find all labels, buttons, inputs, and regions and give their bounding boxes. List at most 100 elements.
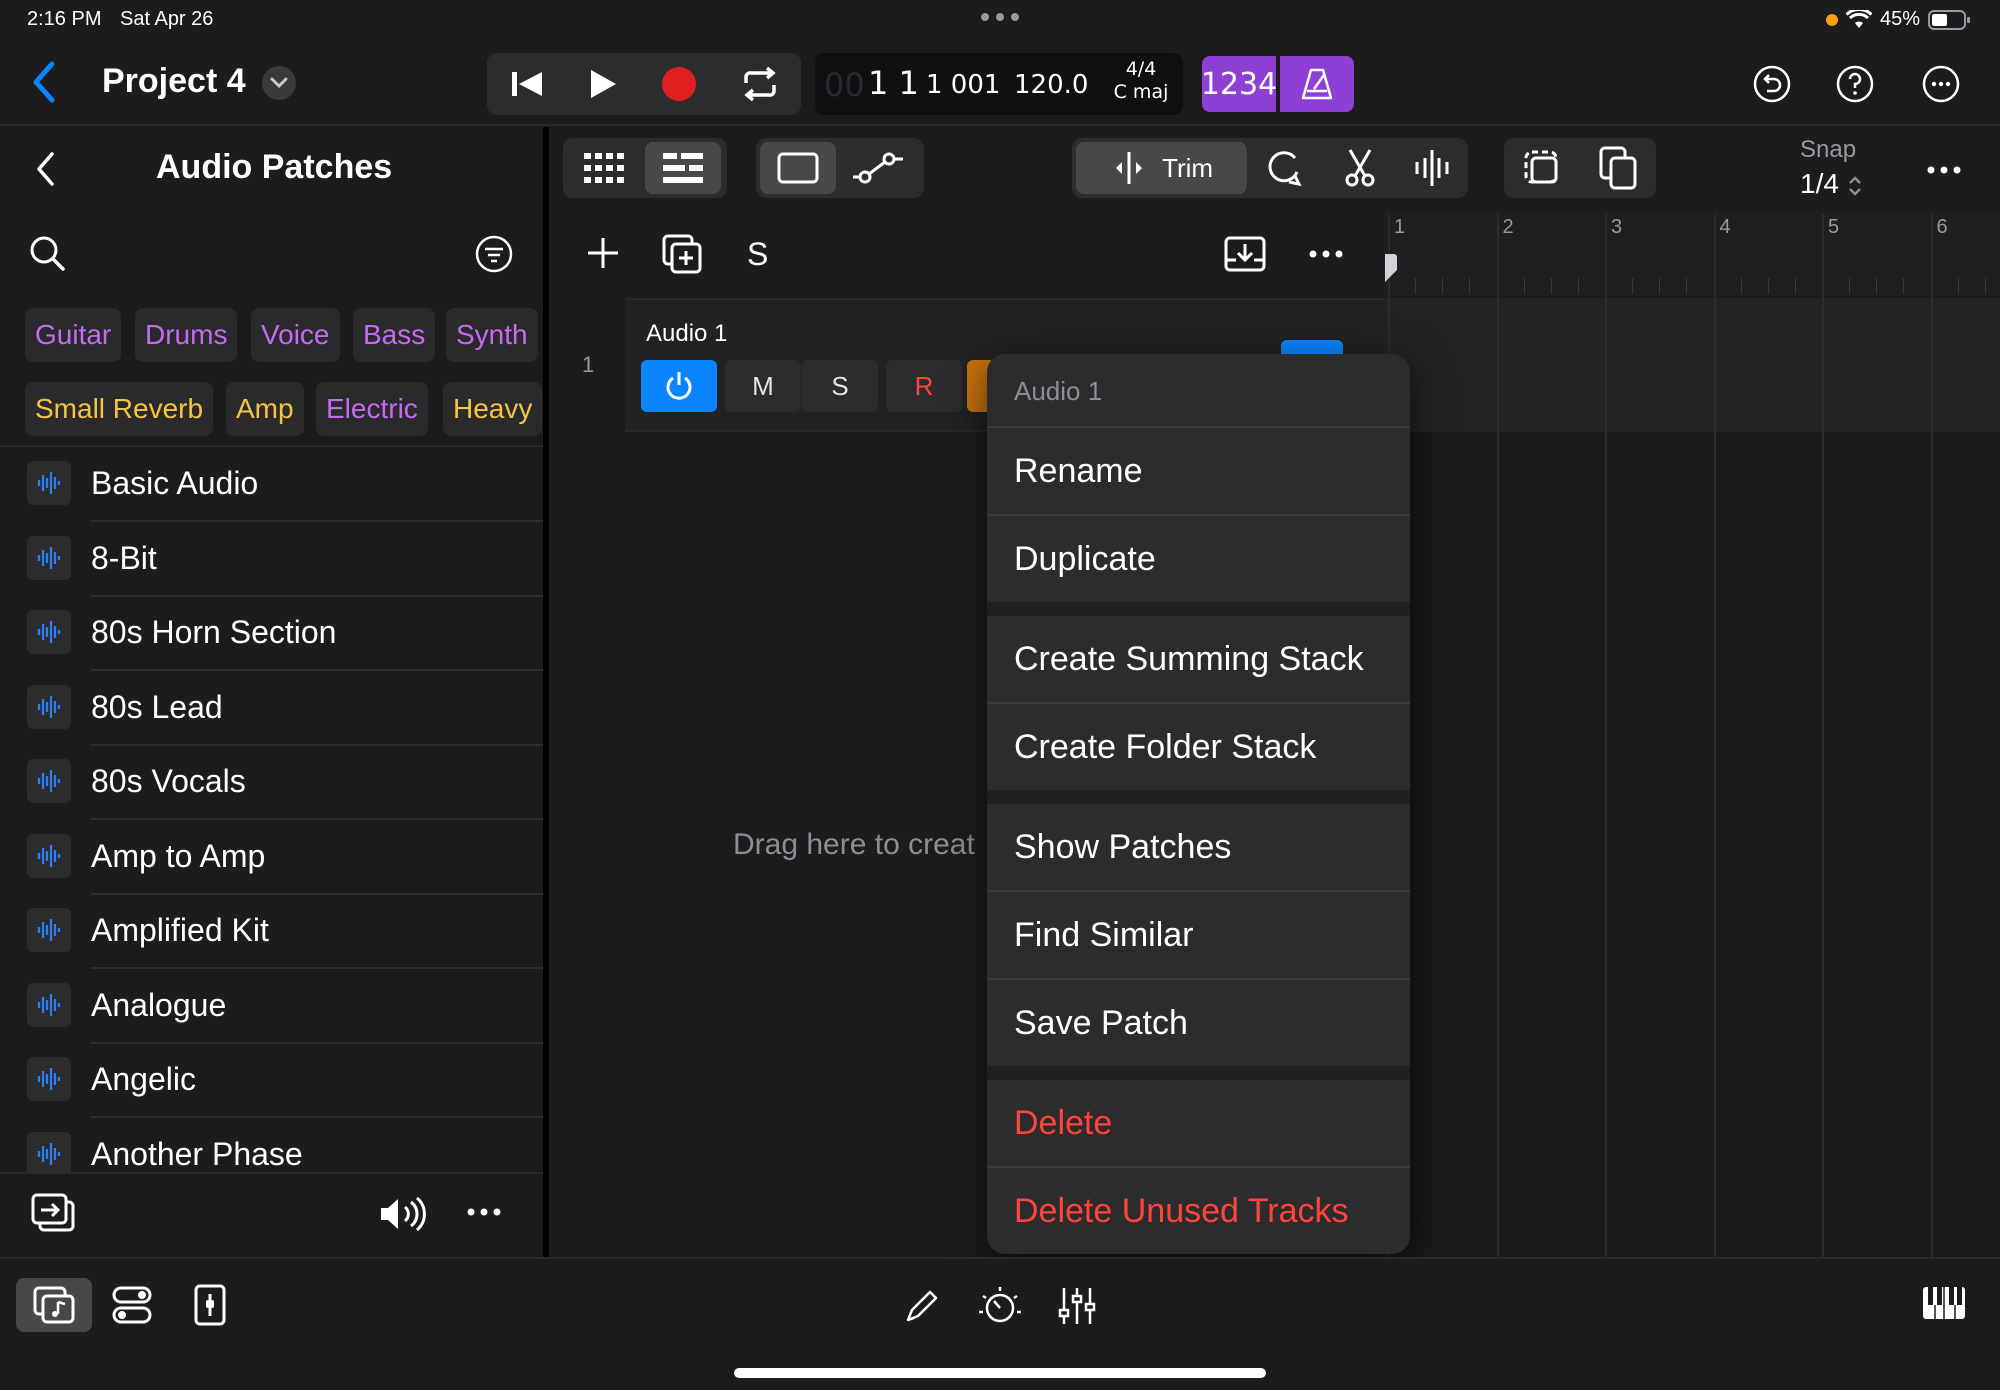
ruler[interactable]: [1384, 210, 2000, 296]
track-solo-button[interactable]: S: [802, 360, 878, 412]
list-item[interactable]: 80s Vocals: [0, 745, 543, 820]
help-button[interactable]: [1835, 64, 1875, 104]
grid-icon: [584, 153, 624, 183]
more-circle-icon: [1922, 65, 1960, 103]
add-track-button[interactable]: [586, 236, 620, 270]
tag-drums[interactable]: Drums: [135, 308, 238, 362]
list-item[interactable]: 8-Bit: [0, 522, 543, 597]
ruler-beat-tick: [1984, 278, 1986, 294]
more-button[interactable]: [1921, 64, 1961, 104]
list-item[interactable]: Basic Audio: [0, 447, 543, 522]
tag-amp[interactable]: Amp: [226, 382, 304, 436]
toggles-icon: [112, 1286, 152, 1324]
search-button[interactable]: [28, 234, 66, 272]
region-view-button[interactable]: [760, 142, 836, 194]
tag-small-reverb[interactable]: Small Reverb: [25, 382, 214, 436]
browser-back-button[interactable]: [34, 150, 58, 188]
browser-title: Audio Patches: [156, 148, 393, 186]
list-item[interactable]: Angelic: [0, 1043, 543, 1118]
menu-item-show-patches[interactable]: Show Patches: [987, 804, 1410, 890]
track-power-button[interactable]: [641, 360, 717, 412]
list-item[interactable]: 80s Horn Section: [0, 596, 543, 671]
snap-value[interactable]: 1/4: [1800, 168, 1863, 200]
menu-item-create-folder-stack[interactable]: Create Folder Stack: [987, 704, 1410, 790]
menu-item-label: Duplicate: [1014, 540, 1156, 578]
list-item-label: 8-Bit: [91, 539, 157, 576]
metronome-button[interactable]: [1280, 56, 1354, 112]
lcd-division-tick: 1 001: [926, 70, 1001, 100]
tag-voice[interactable]: Voice: [251, 308, 340, 362]
automation-button[interactable]: [836, 138, 920, 198]
lcd-signature[interactable]: 4/4 C maj: [1112, 58, 1170, 104]
ruler-bar-number: 5: [1828, 216, 1840, 238]
list-item[interactable]: Analogue: [0, 969, 543, 1044]
record-button[interactable]: [661, 66, 697, 102]
cycle-icon: [743, 67, 776, 101]
copy-button[interactable]: [1580, 138, 1656, 198]
join-tool-button[interactable]: [1396, 138, 1468, 198]
live-loops-view-button[interactable]: [563, 138, 645, 198]
track-mute-button[interactable]: M: [725, 360, 801, 412]
track-record-button[interactable]: R: [886, 360, 962, 412]
toolbar-more-button[interactable]: [1926, 164, 1962, 176]
loop-tool-button[interactable]: [1247, 138, 1323, 198]
import-button[interactable]: [1224, 236, 1266, 272]
undo-button[interactable]: [1752, 64, 1792, 104]
inspector-button[interactable]: [194, 1284, 226, 1326]
menu-item-delete[interactable]: Delete: [987, 1080, 1410, 1166]
menu-header: Audio 1: [987, 354, 1410, 426]
chevron-left-icon: [33, 61, 55, 103]
preview-button[interactable]: [378, 1196, 430, 1232]
track-name[interactable]: Audio 1: [646, 320, 727, 348]
tag-heavy[interactable]: Heavy: [443, 382, 543, 436]
menu-item-duplicate[interactable]: Duplicate: [987, 516, 1410, 602]
menu-item-find-similar[interactable]: Find Similar: [987, 892, 1410, 978]
select-region-button[interactable]: [1504, 138, 1580, 198]
record-icon: [661, 67, 696, 101]
chevron-down-icon: [270, 77, 288, 89]
tag-electric[interactable]: Electric: [316, 382, 428, 436]
list-item[interactable]: Amplified Kit: [0, 894, 543, 969]
menu-item-delete-unused-tracks[interactable]: Delete Unused Tracks: [987, 1168, 1410, 1254]
trim-tool-button[interactable]: Trim: [1076, 142, 1248, 194]
filter-button[interactable]: [474, 234, 514, 274]
ruler-bar-number: 4: [1719, 216, 1731, 238]
tag-synth[interactable]: Synth: [446, 308, 538, 362]
duplicate-track-button[interactable]: [662, 234, 702, 274]
tag-guitar[interactable]: Guitar: [25, 308, 122, 362]
list-item[interactable]: Amp to Amp: [0, 820, 543, 895]
go-to-start-button[interactable]: [509, 69, 545, 99]
load-patch-button[interactable]: [30, 1192, 76, 1234]
multitasking-dots-icon[interactable]: [980, 12, 1020, 22]
timeline-track-lane[interactable]: [1384, 298, 2000, 432]
tag-bass[interactable]: Bass: [353, 308, 436, 362]
project-menu-button[interactable]: [262, 66, 296, 100]
menu-item-create-summing-stack[interactable]: Create Summing Stack: [987, 616, 1410, 702]
edit-button[interactable]: [904, 1288, 940, 1324]
lcd-tempo[interactable]: 120.0: [1014, 70, 1088, 100]
smart-controls-button[interactable]: [978, 1286, 1022, 1326]
tracks-more-button[interactable]: [1308, 248, 1344, 260]
waveform-icon: [27, 684, 71, 729]
menu-item-save-patch[interactable]: Save Patch: [987, 980, 1410, 1066]
back-button[interactable]: [28, 58, 60, 106]
keyboard-button[interactable]: [1922, 1286, 1966, 1320]
tracks-view-button[interactable]: [645, 142, 721, 194]
list-item[interactable]: 80s Lead: [0, 671, 543, 746]
global-solo-button[interactable]: S: [747, 236, 768, 273]
browser-more-button[interactable]: [466, 1206, 502, 1218]
project-title[interactable]: Project 4: [102, 62, 246, 101]
cycle-button[interactable]: [740, 67, 780, 101]
key-signature: C maj: [1113, 81, 1169, 103]
home-indicator[interactable]: [734, 1368, 1266, 1378]
controls-button[interactable]: [112, 1286, 152, 1324]
playhead-handle[interactable]: [1384, 254, 1398, 296]
list-item-label: Amplified Kit: [91, 912, 269, 948]
mixer-button[interactable]: [1058, 1286, 1096, 1326]
waveform-icon: [27, 535, 71, 580]
play-button[interactable]: [588, 68, 618, 100]
count-in-button[interactable]: 1234: [1201, 56, 1277, 112]
split-tool-button[interactable]: [1323, 138, 1397, 198]
browser-toggle-button[interactable]: [16, 1278, 92, 1332]
menu-item-rename[interactable]: Rename: [987, 428, 1410, 514]
